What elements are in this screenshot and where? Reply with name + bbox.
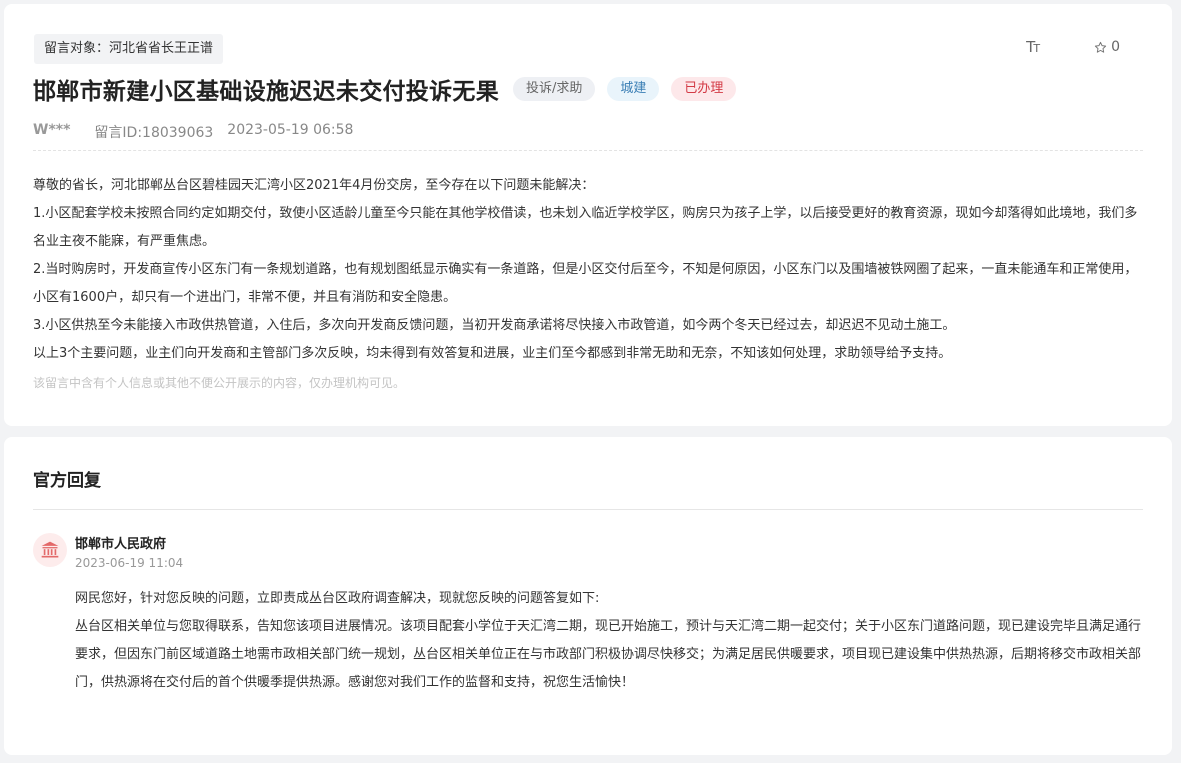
divider — [33, 150, 1143, 151]
privacy-note: 该留言中含有个人信息或其他不便公开展示的内容，仅办理机构可见。 — [33, 376, 406, 390]
reply-paragraph: 丛台区相关单位与您取得联系，告知您该项目进展情况。该项目配套小学位于天汇湾二期，… — [75, 619, 1142, 690]
message-meta: W*** 留言ID:18039063 2023-05-19 06:58 — [33, 122, 353, 142]
font-size-icon[interactable]: TT — [1026, 38, 1040, 56]
type-tag: 投诉/求助 — [513, 77, 596, 101]
reply-heading: 官方回复 — [33, 471, 101, 491]
message-paragraph: 3.小区供热至今未能接入市政供热管道，入住后，多次向开发商反馈问题，当初开发商承… — [33, 318, 956, 333]
message-time: 2023-05-19 06:58 — [227, 122, 354, 138]
reply-content: 网民您好，针对您反映的问题，立即责成丛台区政府调查解决，现就您反映的问题答复如下… — [75, 585, 1144, 697]
message-paragraph: 以上3个主要问题，业主们向开发商和主管部门多次反映，均未得到有效答复和进展，业主… — [33, 346, 952, 361]
avatar — [33, 533, 67, 567]
message-paragraph: 1.小区配套学校未按照合同约定如期交付，致使小区适龄儿童至今只能在其他学校借读，… — [33, 206, 1138, 249]
message-paragraph: 尊敬的省长，河北邯郸丛台区碧桂园天汇湾小区2021年4月份交房，至今存在以下问题… — [33, 178, 595, 193]
message-content: 尊敬的省长，河北邯郸丛台区碧桂园天汇湾小区2021年4月份交房，至今存在以下问题… — [33, 172, 1146, 368]
government-building-icon — [41, 541, 59, 558]
reply-time: 2023-06-19 11:04 — [75, 556, 184, 570]
reply-card: 官方回复 邯郸市人民政府 2023-06-19 11:04 网民您好，针对您反映… — [4, 437, 1172, 755]
favorite-button[interactable]: 0 — [1094, 39, 1120, 55]
message-title: 邯郸市新建小区基础设施迟迟未交付投诉无果 — [33, 79, 499, 105]
reply-paragraph: 网民您好，针对您反映的问题，立即责成丛台区政府调查解决，现就您反映的问题答复如下… — [75, 591, 600, 606]
status-badge: 已办理 — [671, 77, 737, 101]
message-paragraph: 2.当时购房时，开发商宣传小区东门有一条规划道路，也有规划图纸显示确实有一条道路… — [33, 262, 1138, 305]
message-tools: TT 0 — [1026, 38, 1120, 56]
divider — [33, 509, 1143, 510]
star-icon — [1094, 41, 1107, 53]
title-row: 邯郸市新建小区基础设施迟迟未交付投诉无果 投诉/求助 城建 已办理 — [33, 72, 737, 106]
favorite-count: 0 — [1111, 39, 1120, 55]
author-name: W*** — [33, 122, 71, 138]
reply-org-name: 邯郸市人民政府 — [75, 537, 167, 552]
category-tag: 城建 — [607, 77, 660, 101]
message-target: 留言对象：河北省省长王正谱 — [34, 34, 224, 64]
message-id: 留言ID:18039063 — [94, 125, 214, 141]
message-card: 留言对象：河北省省长王正谱 TT 0 邯郸市新建小区基础设施迟迟未交付投诉无果 … — [4, 4, 1172, 426]
